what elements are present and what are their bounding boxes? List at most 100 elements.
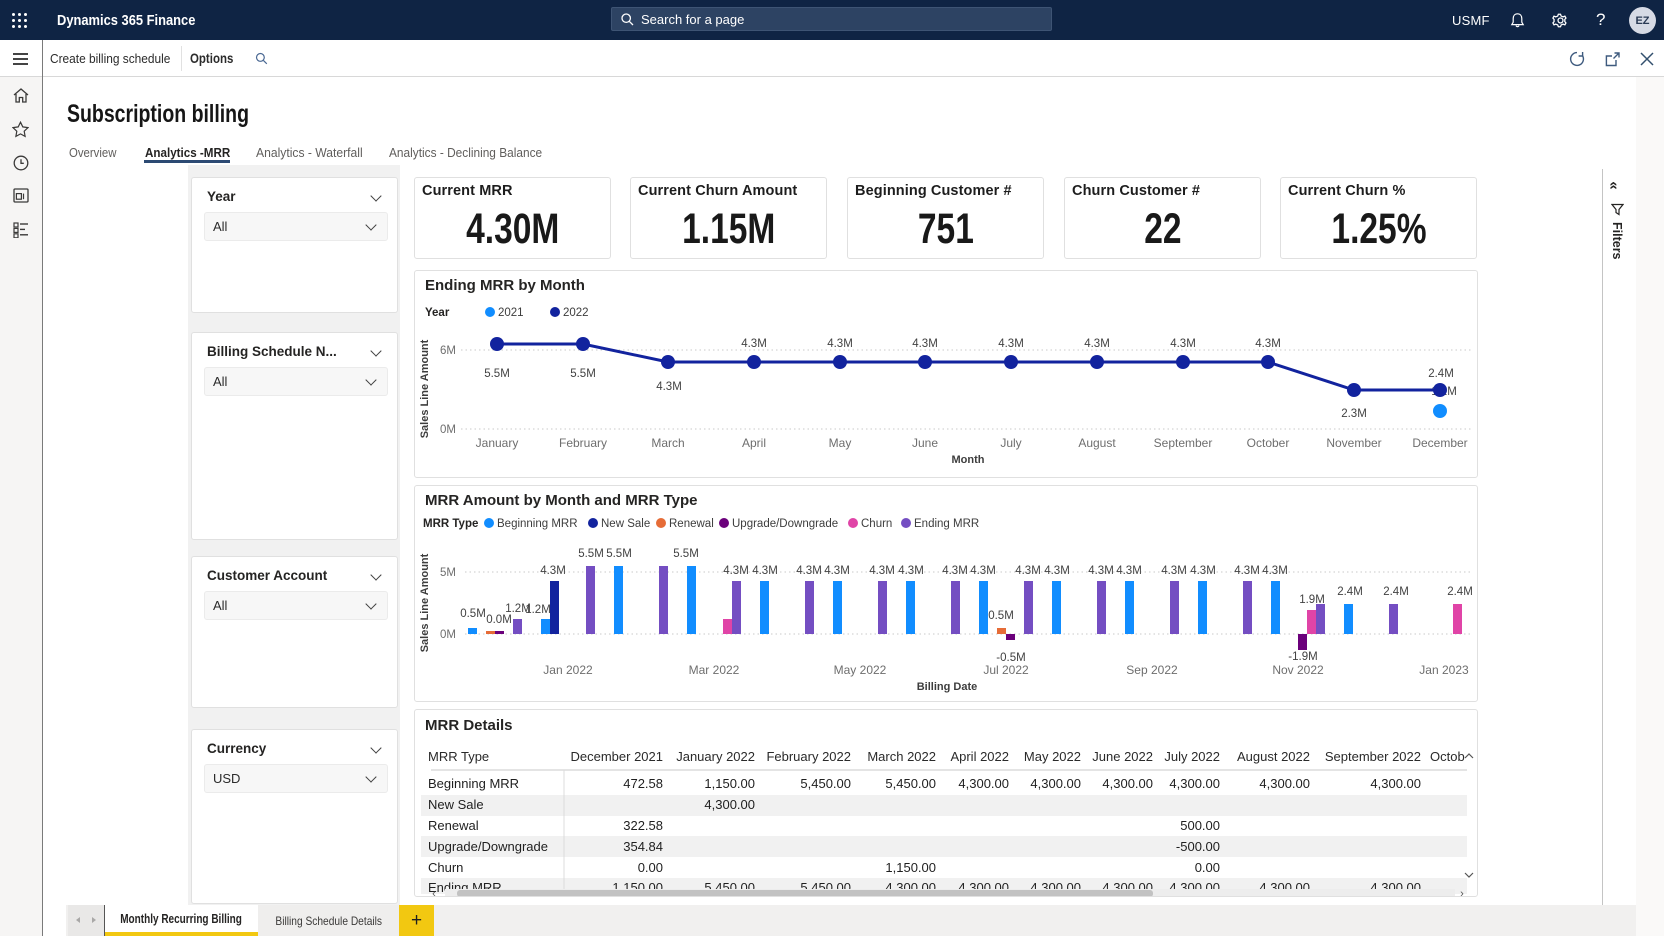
svg-text:Sales Line Amount: Sales Line Amount	[419, 553, 431, 652]
svg-text:5,450.00: 5,450.00	[800, 776, 851, 791]
svg-text:2.4M: 2.4M	[1383, 586, 1409, 598]
svg-text:July 2022: July 2022	[1164, 749, 1220, 764]
svg-text:May: May	[829, 436, 852, 450]
svg-text:Mar 2022: Mar 2022	[689, 663, 740, 677]
svg-text:Jul 2022: Jul 2022	[983, 663, 1029, 677]
svg-text:Month: Month	[952, 454, 985, 466]
svg-text:4.3M: 4.3M	[912, 338, 938, 350]
svg-text:May 2022: May 2022	[1024, 749, 1081, 764]
svg-text:4.3M: 4.3M	[656, 381, 682, 393]
svg-text:Sep 2022: Sep 2022	[1126, 663, 1178, 677]
svg-text:4.3M: 4.3M	[1161, 565, 1187, 577]
svg-text:5M: 5M	[440, 567, 456, 579]
svg-text:4.3M: 4.3M	[970, 565, 996, 577]
svg-text:4,300.00: 4,300.00	[1102, 776, 1153, 791]
svg-text:January: January	[476, 436, 519, 450]
svg-text:-1.9M: -1.9M	[1288, 651, 1317, 663]
svg-text:4.3M: 4.3M	[998, 338, 1024, 350]
svg-text:2.3M: 2.3M	[1341, 408, 1367, 420]
svg-text:0.0M: 0.0M	[486, 614, 512, 626]
svg-text:New Sale: New Sale	[601, 518, 650, 530]
svg-text:Ending MRR: Ending MRR	[914, 518, 979, 530]
svg-text:4.3M: 4.3M	[1084, 338, 1110, 350]
svg-text:‹: ‹	[432, 888, 436, 896]
svg-text:2022: 2022	[563, 307, 589, 319]
svg-text:December: December	[1412, 436, 1467, 450]
svg-text:5,450.00: 5,450.00	[885, 776, 936, 791]
svg-text:4.3M: 4.3M	[1190, 565, 1216, 577]
svg-text:MRR Type: MRR Type	[428, 749, 489, 764]
svg-text:November: November	[1326, 436, 1381, 450]
svg-text:4.3M: 4.3M	[1234, 565, 1260, 577]
svg-text:March: March	[651, 436, 684, 450]
svg-text:4.3M: 4.3M	[898, 565, 924, 577]
svg-text:Billing Date: Billing Date	[917, 681, 978, 693]
svg-text:September 2022: September 2022	[1325, 749, 1421, 764]
svg-text:0.00: 0.00	[638, 860, 663, 875]
svg-text:June: June	[912, 436, 938, 450]
svg-text:›: ›	[1460, 888, 1464, 896]
svg-text:Beginning MRR: Beginning MRR	[428, 776, 519, 791]
svg-text:MRR Details: MRR Details	[425, 717, 513, 734]
svg-text:0.00: 0.00	[1195, 860, 1220, 875]
svg-text:4.3M: 4.3M	[741, 338, 767, 350]
svg-text:December 2021: December 2021	[571, 749, 664, 764]
svg-text:Nov 2022: Nov 2022	[1272, 663, 1324, 677]
svg-text:0M: 0M	[440, 629, 456, 641]
svg-text:4.3M: 4.3M	[824, 565, 850, 577]
svg-text:Renewal: Renewal	[428, 818, 479, 833]
svg-text:4.3M: 4.3M	[1088, 565, 1114, 577]
svg-text:4.3M: 4.3M	[1262, 565, 1288, 577]
svg-text:1,150.00: 1,150.00	[885, 860, 936, 875]
svg-text:Ending MRR by Month: Ending MRR by Month	[425, 277, 585, 294]
svg-text:January 2022: January 2022	[676, 749, 755, 764]
svg-text:Jan 2023: Jan 2023	[1419, 663, 1469, 677]
svg-text:4.3M: 4.3M	[1170, 338, 1196, 350]
svg-text:4.3M: 4.3M	[1116, 565, 1142, 577]
svg-text:5.5M: 5.5M	[578, 548, 604, 560]
svg-text:4.3M: 4.3M	[1044, 565, 1070, 577]
svg-text:Churn: Churn	[861, 518, 892, 530]
svg-text:Jan 2022: Jan 2022	[543, 663, 593, 677]
svg-text:February: February	[559, 436, 607, 450]
svg-text:1,150.00: 1,150.00	[704, 776, 755, 791]
svg-text:354.84: 354.84	[623, 839, 663, 854]
svg-text:2.4M: 2.4M	[1447, 586, 1473, 598]
svg-text:MRR Type: MRR Type	[423, 518, 478, 530]
svg-text:4.3M: 4.3M	[723, 565, 749, 577]
svg-text:August: August	[1078, 436, 1116, 450]
svg-text:5.5M: 5.5M	[606, 548, 632, 560]
svg-text:6M: 6M	[440, 345, 456, 357]
svg-text:1.2M: 1.2M	[525, 604, 551, 616]
svg-text:472.58: 472.58	[623, 776, 663, 791]
svg-text:2.4M: 2.4M	[1428, 368, 1454, 380]
svg-text:March 2022: March 2022	[867, 749, 936, 764]
svg-text:4,300.00: 4,300.00	[1169, 776, 1220, 791]
svg-text:July: July	[1000, 436, 1021, 450]
svg-text:Beginning MRR: Beginning MRR	[497, 518, 578, 530]
svg-text:5.5M: 5.5M	[570, 368, 596, 380]
svg-text:4,300.00: 4,300.00	[1030, 776, 1081, 791]
svg-text:October: October	[1247, 436, 1290, 450]
svg-text:4,300.00: 4,300.00	[704, 797, 755, 812]
svg-text:500.00: 500.00	[1180, 818, 1220, 833]
svg-text:5.5M: 5.5M	[484, 368, 510, 380]
svg-text:Renewal: Renewal	[669, 518, 714, 530]
svg-text:April 2022: April 2022	[950, 749, 1009, 764]
svg-text:-500.00: -500.00	[1176, 839, 1220, 854]
svg-text:Octob: Octob	[1430, 749, 1465, 764]
svg-text:April: April	[742, 436, 766, 450]
svg-text:4.3M: 4.3M	[540, 565, 566, 577]
svg-text:2.4M: 2.4M	[1337, 586, 1363, 598]
svg-text:May 2022: May 2022	[834, 663, 887, 677]
svg-text:4.3M: 4.3M	[752, 565, 778, 577]
svg-text:4.3M: 4.3M	[942, 565, 968, 577]
svg-text:New Sale: New Sale	[428, 797, 484, 812]
svg-text:Sales Line Amount: Sales Line Amount	[419, 339, 431, 438]
svg-text:4.3M: 4.3M	[796, 565, 822, 577]
svg-text:0.5M: 0.5M	[988, 610, 1014, 622]
svg-text:0.5M: 0.5M	[460, 608, 486, 620]
svg-text:MRR Amount by Month and MRR Ty: MRR Amount by Month and MRR Type	[425, 492, 697, 509]
svg-text:2021: 2021	[498, 307, 524, 319]
svg-text:August 2022: August 2022	[1237, 749, 1310, 764]
